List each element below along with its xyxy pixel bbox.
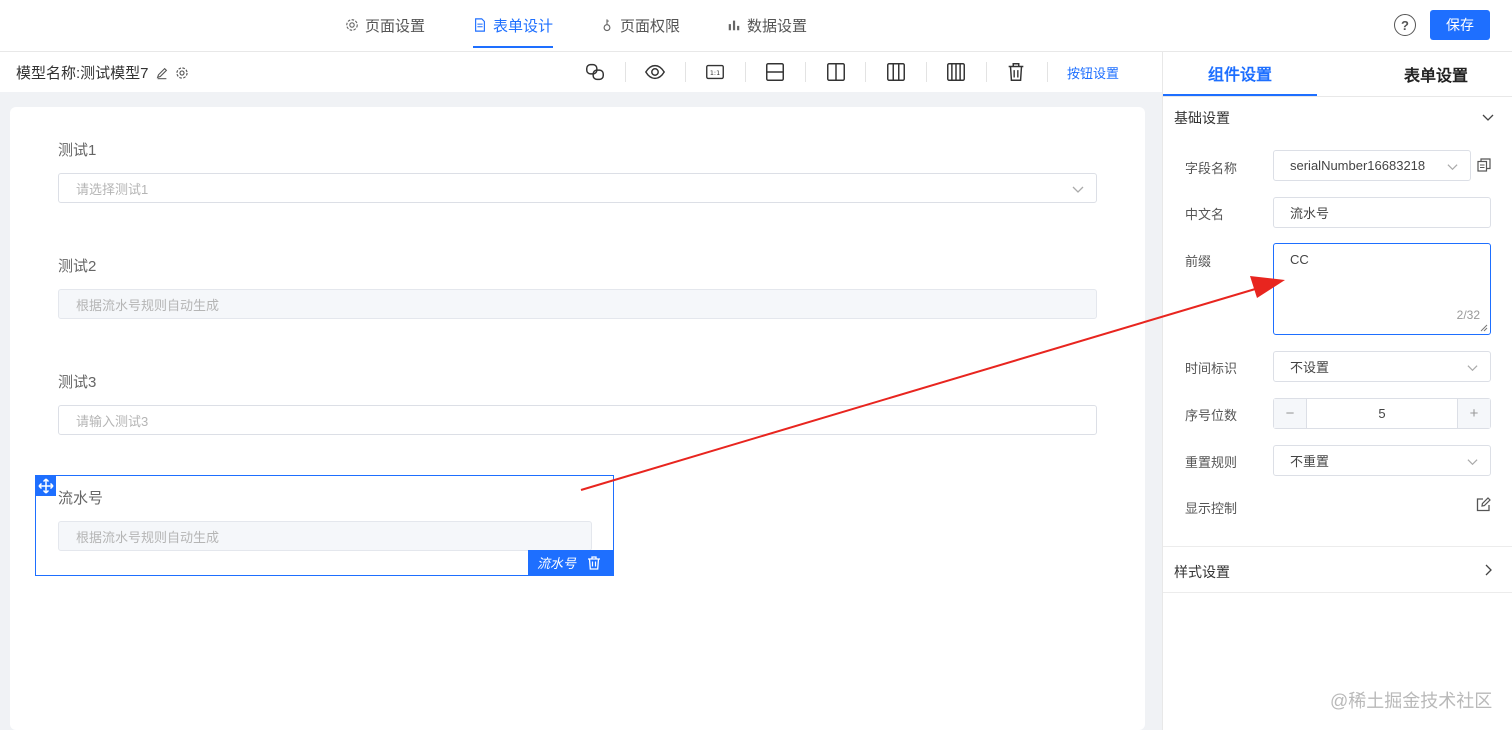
decrement-button[interactable]: − — [1274, 399, 1306, 428]
seq-digits-value[interactable]: 5 — [1306, 399, 1458, 428]
seq-digits-label: 序号位数 — [1185, 408, 1238, 423]
seq-digits-stepper: − 5 + — [1273, 398, 1491, 429]
component-tag-label: 流水号 — [537, 556, 577, 571]
field-placeholder: 根据流水号规则自动生成 — [76, 529, 220, 545]
divider — [1047, 62, 1048, 82]
svg-text:1:1: 1:1 — [710, 69, 720, 77]
time-mark-select[interactable]: 不设置 — [1273, 351, 1491, 382]
reset-rule-value: 不重置 — [1290, 454, 1330, 469]
document-icon — [475, 18, 485, 32]
increment-button[interactable]: + — [1458, 399, 1490, 428]
field-placeholder: 请输入测试3 — [76, 413, 149, 429]
preview-eye-icon[interactable] — [643, 60, 667, 84]
tab-page-settings[interactable]: 页面设置 — [345, 0, 425, 50]
gear-icon — [346, 19, 358, 31]
field-input-test3[interactable]: 请输入测试3 — [58, 405, 1097, 435]
field-label: 测试3 — [58, 374, 97, 391]
section-style-title[interactable]: 样式设置 — [1174, 562, 1230, 582]
resize-handle-icon[interactable] — [1480, 324, 1488, 332]
field-name-value: serialNumber16683218 — [1290, 158, 1426, 173]
component-tag: 流水号 — [528, 550, 614, 575]
divider — [745, 62, 746, 82]
trash-icon[interactable] — [586, 555, 602, 571]
chevron-down-icon — [1072, 186, 1084, 193]
model-name-label: 模型名称: — [16, 65, 81, 82]
trash-icon[interactable] — [1004, 60, 1028, 84]
tab-label: 页面权限 — [620, 17, 681, 35]
field-label: 测试1 — [58, 142, 97, 159]
field-label: 测试2 — [58, 258, 97, 275]
prefix-value: CC — [1290, 252, 1309, 267]
move-handle-icon[interactable] — [35, 475, 56, 496]
edit-icon[interactable] — [155, 66, 169, 80]
key-icon — [603, 19, 611, 32]
model-name: 模型名称: 测试模型7 — [16, 62, 189, 83]
gear-icon[interactable] — [175, 66, 189, 80]
divider — [805, 62, 806, 82]
field-placeholder: 根据流水号规则自动生成 — [76, 297, 220, 313]
chevron-down-icon — [1467, 365, 1478, 372]
save-button[interactable]: 保存 — [1430, 10, 1490, 40]
chevron-down-icon — [1467, 459, 1478, 466]
chevron-down-icon — [1447, 164, 1458, 171]
copy-icon[interactable] — [1477, 158, 1491, 172]
divider — [625, 62, 626, 82]
field-serial-test2[interactable]: 根据流水号规则自动生成 — [58, 289, 1097, 319]
tab-form-design[interactable]: 表单设计 — [473, 0, 554, 50]
cn-name-label: 中文名 — [1185, 207, 1225, 222]
divider — [926, 62, 927, 82]
tab-label: 页面设置 — [365, 17, 426, 35]
cn-name-input[interactable]: 流水号 — [1273, 197, 1491, 228]
chevron-down-icon[interactable] — [1482, 111, 1494, 123]
field-serial-number[interactable]: 根据流水号规则自动生成 — [58, 521, 592, 551]
tab-data-settings[interactable]: 数据设置 — [727, 0, 807, 50]
divider — [986, 62, 987, 82]
prefix-label: 前缀 — [1185, 254, 1212, 269]
link-icon[interactable] — [583, 60, 607, 84]
chevron-right-icon[interactable] — [1482, 564, 1494, 576]
layout-two-rows-icon[interactable] — [763, 60, 787, 84]
cn-name-value: 流水号 — [1290, 206, 1330, 221]
field-select-test1[interactable]: 请选择测试1 — [58, 173, 1097, 203]
divider — [1163, 592, 1512, 593]
edit-icon[interactable] — [1476, 497, 1491, 512]
designer-toolbar: 模型名称: 测试模型7 1:1 按钮设置 — [0, 52, 1162, 92]
divider — [1163, 546, 1512, 547]
field-name-label: 字段名称 — [1185, 161, 1238, 176]
layout-four-columns-icon[interactable] — [944, 60, 968, 84]
field-placeholder: 请选择测试1 — [76, 181, 149, 197]
divider — [1163, 96, 1512, 97]
ratio-icon[interactable]: 1:1 — [703, 60, 727, 84]
layout-two-columns-icon[interactable] — [824, 60, 848, 84]
section-basic-title[interactable]: 基础设置 — [1174, 108, 1230, 128]
bar-chart-icon — [728, 20, 740, 31]
tab-page-permission[interactable]: 页面权限 — [600, 0, 680, 50]
layout-three-columns-icon[interactable] — [884, 60, 908, 84]
reset-rule-label: 重置规则 — [1185, 455, 1238, 470]
tab-label: 表单设计 — [493, 17, 554, 35]
tab-component-settings[interactable]: 组件设置 — [1163, 52, 1317, 96]
watermark: @稀土掘金技术社区 — [1330, 691, 1493, 711]
tab-form-settings[interactable]: 表单设置 — [1361, 52, 1511, 96]
help-icon[interactable]: ? — [1394, 14, 1416, 36]
time-mark-label: 时间标识 — [1185, 361, 1238, 376]
button-settings-link[interactable]: 按钮设置 — [1067, 63, 1119, 82]
properties-panel: 组件设置 表单设置 基础设置 字段名称 serialNumber16683218… — [1162, 52, 1512, 730]
prefix-textarea[interactable]: CC 2/32 — [1273, 243, 1491, 335]
divider — [865, 62, 866, 82]
display-control-label: 显示控制 — [1185, 501, 1238, 516]
field-label: 流水号 — [58, 490, 104, 507]
top-nav-bar: 页面设置 表单设计 页面权限 数据设置 ? 保存 — [0, 0, 1512, 52]
time-mark-value: 不设置 — [1290, 360, 1330, 375]
tab-label: 数据设置 — [747, 17, 808, 35]
model-name-value: 测试模型7 — [80, 65, 149, 82]
char-counter: 2/32 — [1456, 308, 1480, 322]
field-name-select[interactable]: serialNumber16683218 — [1273, 150, 1471, 181]
reset-rule-select[interactable]: 不重置 — [1273, 445, 1491, 476]
divider — [685, 62, 686, 82]
